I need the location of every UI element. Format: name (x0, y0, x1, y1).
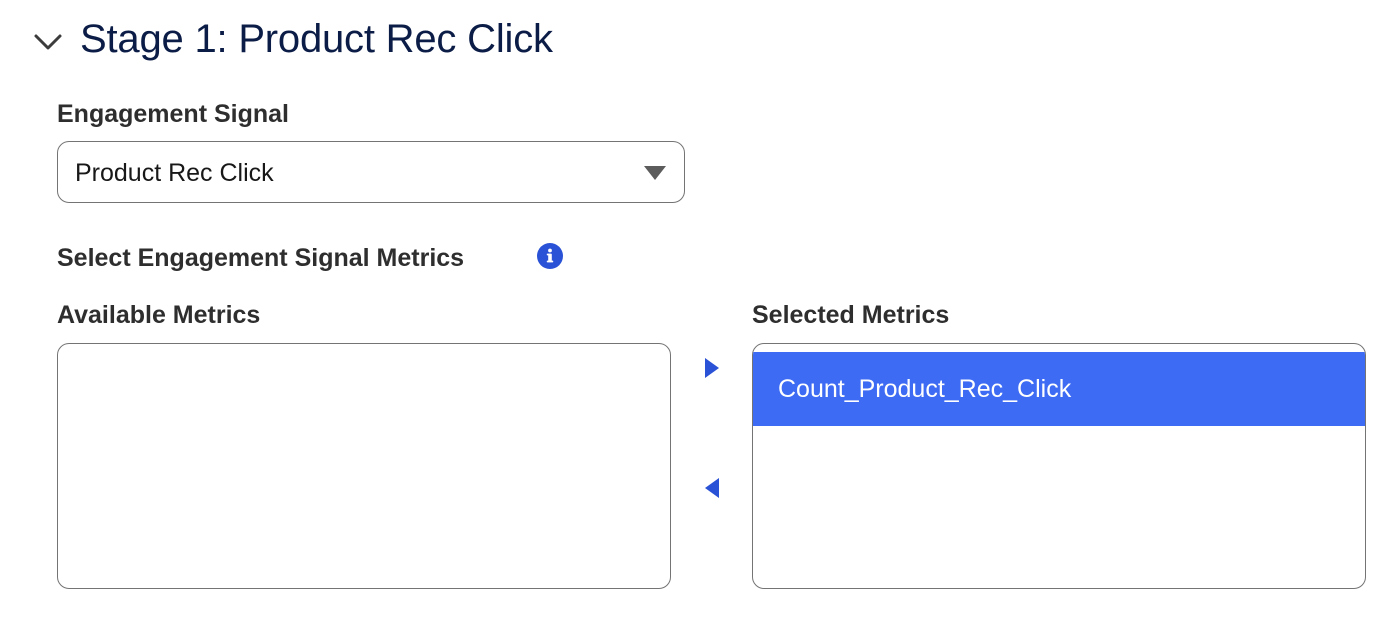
move-to-selected-icon (705, 358, 719, 378)
engagement-signal-value: Product Rec Click (75, 159, 274, 187)
selected-metrics-label: Selected Metrics (752, 301, 950, 329)
section-title: Stage 1: Product Rec Click (80, 17, 553, 61)
move-to-available-button[interactable] (697, 473, 727, 503)
selected-metrics-listbox[interactable]: Count_Product_Rec_Click (752, 343, 1366, 589)
info-icon[interactable] (537, 243, 563, 269)
move-to-selected-button[interactable] (697, 353, 727, 383)
caret-down-icon (644, 166, 666, 180)
list-item[interactable]: Count_Product_Rec_Click (753, 352, 1365, 426)
chevron-down-icon (34, 34, 62, 50)
section-toggle-button[interactable] (30, 24, 66, 60)
available-metrics-listbox[interactable] (57, 343, 671, 589)
move-to-available-icon (705, 478, 719, 498)
metrics-heading: Select Engagement Signal Metrics (57, 244, 465, 272)
engagement-signal-label: Engagement Signal (57, 100, 289, 128)
available-metrics-label: Available Metrics (57, 301, 261, 329)
engagement-signal-combobox[interactable]: Product Rec Click (57, 141, 685, 203)
